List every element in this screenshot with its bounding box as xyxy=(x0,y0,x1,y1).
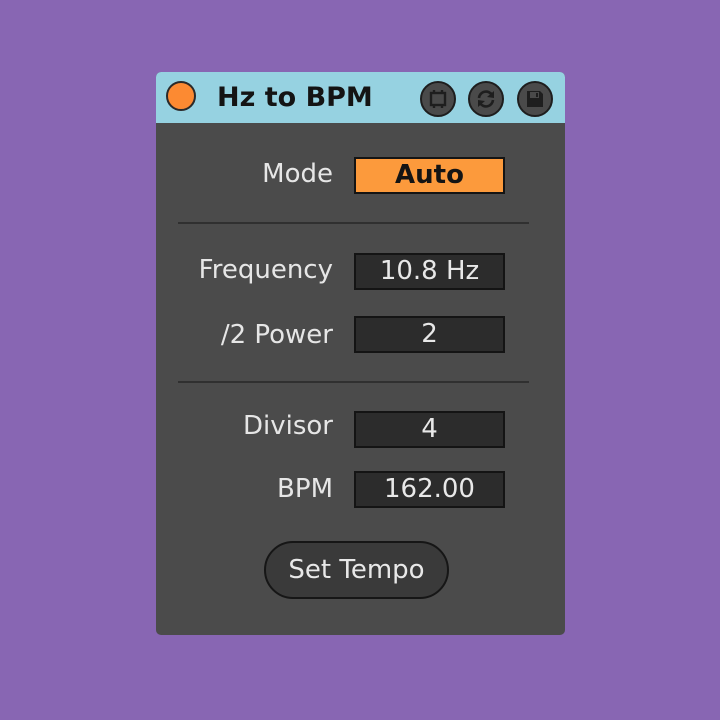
divider-bottom xyxy=(178,381,529,383)
bpm-field[interactable]: 162.00 xyxy=(354,471,505,508)
hz-to-bpm-device: Hz to BPM Mode Auto Frequency 10.8 Hz /2… xyxy=(156,72,565,635)
power-field[interactable]: 2 xyxy=(354,316,505,353)
mode-label: Mode xyxy=(262,159,333,189)
freeze-icon[interactable] xyxy=(420,81,456,117)
device-title: Hz to BPM xyxy=(217,82,373,113)
power-label: /2 Power xyxy=(220,320,333,350)
device-titlebar: Hz to BPM xyxy=(156,72,565,123)
set-tempo-button[interactable]: Set Tempo xyxy=(264,541,449,599)
divisor-label: Divisor xyxy=(243,411,333,441)
frequency-field[interactable]: 10.8 Hz xyxy=(354,253,505,290)
refresh-icon[interactable] xyxy=(468,81,504,117)
save-icon[interactable] xyxy=(517,81,553,117)
mode-selector[interactable]: Auto xyxy=(354,157,505,194)
frequency-label: Frequency xyxy=(198,255,333,285)
device-power-icon[interactable] xyxy=(166,81,196,111)
bpm-label: BPM xyxy=(277,474,333,504)
divisor-field[interactable]: 4 xyxy=(354,411,505,448)
divider-top xyxy=(178,222,529,224)
